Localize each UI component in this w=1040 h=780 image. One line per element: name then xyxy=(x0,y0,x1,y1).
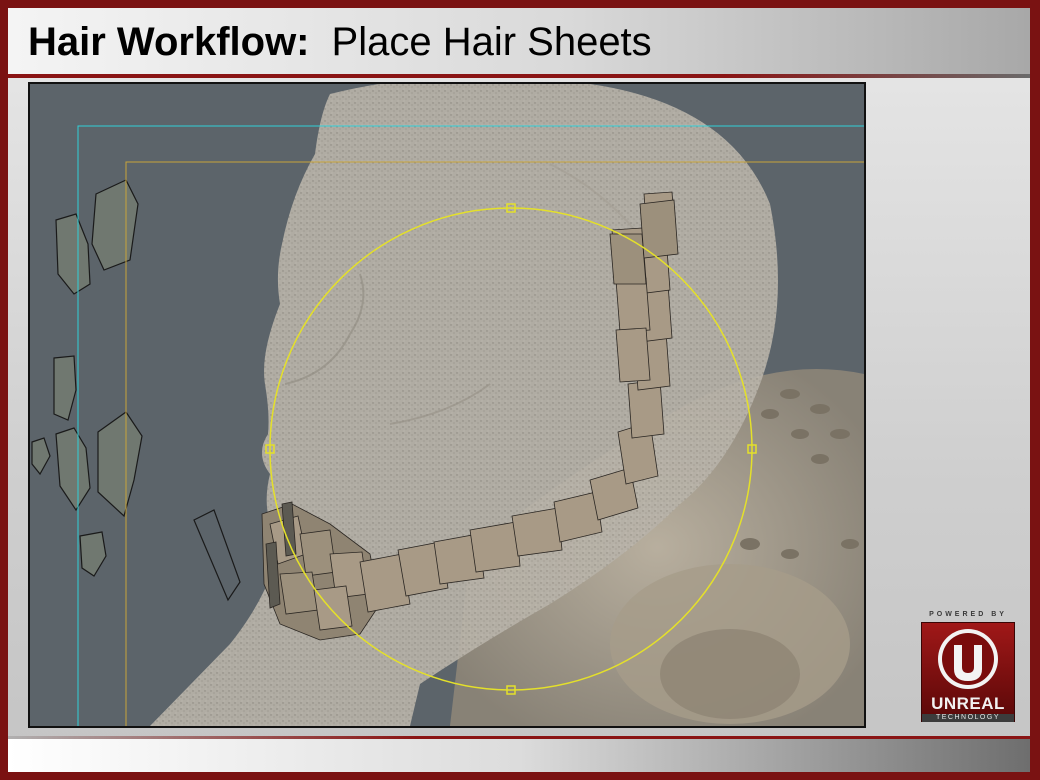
title-subtitle: Place Hair Sheets xyxy=(331,20,652,64)
title-rule xyxy=(8,74,1030,78)
powered-by-text: POWERED BY xyxy=(929,611,1007,618)
title-bold: Hair Workflow: xyxy=(28,20,310,64)
slide-title: Hair Workflow: Place Hair Sheets xyxy=(28,20,652,64)
unreal-tagline-text: TECHNOLOGY xyxy=(922,714,1014,722)
3d-viewport xyxy=(28,82,866,728)
unreal-u-icon xyxy=(938,629,998,689)
footer-bar xyxy=(8,739,1030,772)
unreal-logo: UNREAL TECHNOLOGY xyxy=(921,622,1015,722)
hair-sheet-cards xyxy=(31,179,241,602)
viewport-render xyxy=(31,84,864,726)
slide: Hair Workflow: Place Hair Sheets POWERED… xyxy=(8,8,1030,772)
title-bar: Hair Workflow: Place Hair Sheets xyxy=(8,8,1030,74)
unreal-badge: POWERED BY UNREAL TECHNOLOGY xyxy=(918,610,1018,730)
unreal-brand-text: UNREAL xyxy=(931,694,1005,713)
